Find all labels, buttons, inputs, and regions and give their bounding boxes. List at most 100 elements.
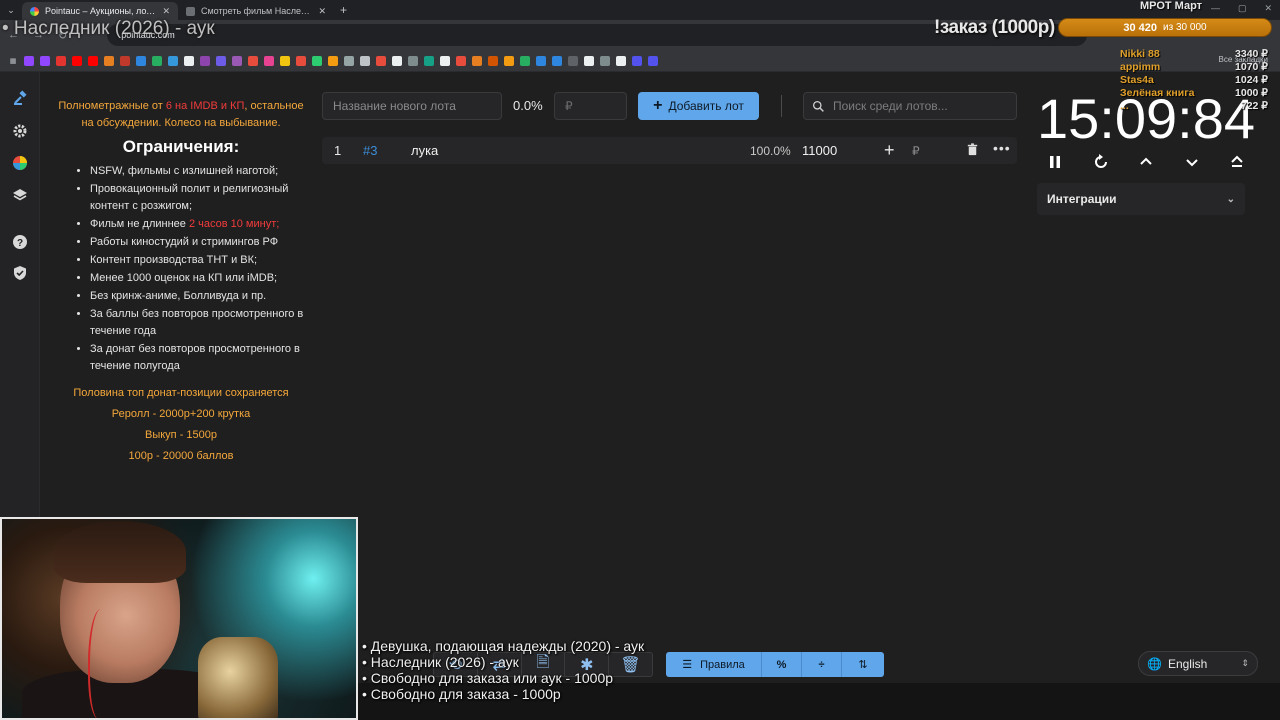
bookmark-icon[interactable] xyxy=(360,55,370,66)
bookmark-icon[interactable] xyxy=(168,55,178,66)
youtube-bookmark-icon[interactable] xyxy=(72,55,82,66)
list-item: NSFW, фильмы с излишней наготой; xyxy=(90,163,304,180)
apps-grid-icon[interactable]: ▦ xyxy=(8,56,18,66)
donator-name: Stas4a xyxy=(1120,74,1154,86)
close-window-icon[interactable]: ✕ xyxy=(1264,3,1272,14)
bookmark-icon[interactable] xyxy=(376,55,386,66)
bookmark-icon[interactable] xyxy=(200,55,210,66)
bookmark-icon[interactable] xyxy=(456,55,466,66)
close-tab-icon[interactable]: ✕ xyxy=(162,6,170,17)
auction-hammer-icon[interactable] xyxy=(10,88,30,108)
chevron-up-icon[interactable] xyxy=(1137,153,1155,171)
rules-button[interactable]: ☰ Правила xyxy=(666,652,762,677)
bookmark-icon[interactable] xyxy=(296,55,306,66)
bookmark-icon[interactable] xyxy=(120,55,130,66)
telegram-bookmark-icon[interactable] xyxy=(536,55,546,66)
donation-amount: 3340 ₽ xyxy=(1235,48,1268,60)
settings-gear-icon[interactable] xyxy=(10,121,30,141)
bookmark-icon[interactable] xyxy=(136,55,146,66)
earphone-wire xyxy=(88,609,114,718)
goal-current: 30 420 xyxy=(1123,21,1158,34)
lot-name[interactable]: лука xyxy=(411,143,438,158)
bookmark-icon[interactable] xyxy=(280,55,290,66)
lot-amount[interactable]: 11000 xyxy=(802,143,837,158)
bookmark-icon[interactable] xyxy=(248,55,258,66)
bookmark-icon[interactable] xyxy=(568,55,578,66)
bookmark-icon[interactable] xyxy=(216,55,226,66)
rules-footer-line: 100р - 20000 баллов xyxy=(128,450,234,462)
layers-icon[interactable] xyxy=(10,185,30,205)
list-item: Stas4a 1024 ₽ xyxy=(1120,74,1268,87)
shield-check-icon[interactable] xyxy=(10,263,30,283)
new-tab-icon[interactable]: + xyxy=(340,3,347,17)
add-lot-button[interactable]: + Добавить лот xyxy=(638,92,759,120)
minimize-icon[interactable]: — xyxy=(1211,3,1220,14)
bookmark-icon[interactable] xyxy=(440,55,450,66)
bookmark-icon[interactable] xyxy=(184,55,194,66)
rules-toolbar: ☰ Правила % ÷ ⇅ xyxy=(666,652,884,677)
donator-name: Зелёная книга xyxy=(1120,87,1195,99)
bookmark-icon[interactable] xyxy=(616,55,626,66)
chevron-down-icon[interactable] xyxy=(1183,153,1201,171)
pause-icon[interactable] xyxy=(1046,153,1064,171)
reset-icon[interactable] xyxy=(1092,153,1110,171)
rules-footer-line: Реролл - 2000р+200 крутка xyxy=(111,408,251,420)
tab-search-icon[interactable]: ⌄ xyxy=(0,5,22,16)
search-placeholder: Поиск среди лотов... xyxy=(833,99,948,113)
split-icon[interactable]: ÷ xyxy=(802,652,842,677)
bookmark-icon[interactable] xyxy=(504,55,514,66)
telegram-bookmark-icon[interactable] xyxy=(552,55,562,66)
delete-lot-icon[interactable] xyxy=(965,142,980,160)
lot-currency[interactable]: ₽ xyxy=(912,144,920,158)
bookmark-icon[interactable] xyxy=(312,55,322,66)
bookmark-icon[interactable] xyxy=(56,55,66,66)
list-item: Контент производства ТНТ и ВК; xyxy=(90,252,304,269)
rules-intro-highlight: 6 на IMDB и КП xyxy=(165,100,245,112)
bookmark-icon[interactable] xyxy=(520,55,530,66)
bookmark-icon[interactable] xyxy=(424,55,434,66)
bookmark-icon[interactable] xyxy=(392,55,402,66)
percent-icon[interactable]: % xyxy=(762,652,802,677)
maximize-icon[interactable]: ▢ xyxy=(1238,3,1247,14)
bookmark-icon[interactable] xyxy=(632,55,642,66)
more-options-icon[interactable]: ••• xyxy=(993,140,1011,156)
list-item-highlight: 2 часов 10 минут; xyxy=(188,218,280,230)
queue-item: • Свободно для заказа или аук - 1000р xyxy=(362,670,614,686)
list-icon: ☰ xyxy=(682,659,693,671)
lot-search-input[interactable]: Поиск среди лотов... xyxy=(803,92,1017,120)
top-donators-list: Nikki 88 3340 ₽ appimm 1070 ₽ Stas4a 1024 ₽… xyxy=(1120,48,1268,113)
new-lot-name-input[interactable]: Название нового лота xyxy=(322,92,502,120)
bookmark-icon[interactable] xyxy=(584,55,594,66)
bookmark-icon[interactable] xyxy=(232,55,242,66)
bookmark-icon[interactable] xyxy=(648,55,658,66)
tab-title: Pointauc – Аукционы, лотереи xyxy=(45,6,156,16)
new-lot-price-input[interactable]: ₽ xyxy=(554,92,627,120)
bookmark-icon[interactable] xyxy=(600,55,610,66)
lot-percent: 100.0% xyxy=(750,144,791,158)
double-up-icon[interactable] xyxy=(1228,153,1246,171)
language-select[interactable]: 🌐 English ⇕ xyxy=(1138,651,1258,676)
mail-bookmark-icon[interactable] xyxy=(104,55,114,66)
bookmark-icon[interactable] xyxy=(472,55,482,66)
integrations-dropdown[interactable]: Интеграции ⌄ xyxy=(1037,183,1245,215)
donator-name: ... xyxy=(1120,100,1129,112)
bookmark-icon[interactable] xyxy=(408,55,418,66)
wheel-icon[interactable] xyxy=(10,153,30,173)
bookmark-icon[interactable] xyxy=(344,55,354,66)
youtube-bookmark-icon[interactable] xyxy=(88,55,98,66)
lot-id[interactable]: #3 xyxy=(363,143,377,158)
help-icon[interactable]: ? xyxy=(10,232,30,252)
bookmark-icon[interactable] xyxy=(264,55,274,66)
bookmark-icon[interactable] xyxy=(488,55,498,66)
list-item: Провокационный полит и религиозный конте… xyxy=(90,181,304,215)
bookmark-icon[interactable] xyxy=(328,55,338,66)
close-tab-icon[interactable]: ✕ xyxy=(318,6,326,17)
list-item-text: Менее 1000 оценок на КП или iMDB; xyxy=(90,272,278,284)
donation-amount: 1070 ₽ xyxy=(1235,61,1268,73)
twitch-bookmark-icon[interactable] xyxy=(24,55,34,66)
bookmark-icon[interactable] xyxy=(152,55,162,66)
toolbar-divider xyxy=(781,95,782,117)
add-amount-icon[interactable]: + xyxy=(884,140,895,161)
sort-icon[interactable]: ⇅ xyxy=(842,652,884,677)
twitch-bookmark-icon[interactable] xyxy=(40,55,50,66)
